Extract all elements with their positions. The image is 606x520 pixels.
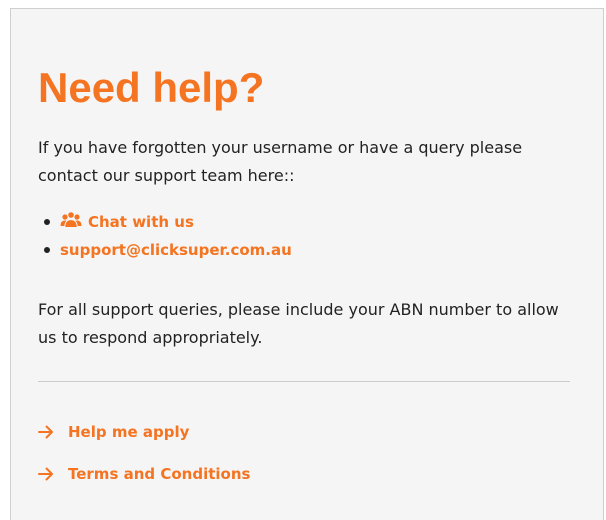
help-me-apply-label: Help me apply — [68, 423, 190, 441]
help-me-apply-link[interactable]: Help me apply — [38, 420, 189, 444]
people-group-icon — [60, 209, 82, 237]
divider — [38, 381, 570, 382]
list-item: Chat with us — [38, 208, 292, 236]
support-email-link[interactable]: support@clicksuper.com.au — [60, 241, 292, 259]
arrow-right-icon — [38, 422, 54, 446]
arrow-right-icon — [38, 464, 54, 488]
bullet — [44, 247, 50, 253]
list-item: support@clicksuper.com.au — [38, 236, 292, 264]
contact-list: Chat with us support@clicksuper.com.au — [38, 208, 292, 264]
intro-text: If you have forgotten your username or h… — [38, 138, 523, 185]
bullet — [44, 219, 50, 225]
terms-and-conditions-label: Terms and Conditions — [68, 465, 251, 483]
support-note-text: For all support queries, please include … — [38, 300, 559, 347]
chat-with-us-label: Chat with us — [88, 213, 194, 231]
terms-and-conditions-link[interactable]: Terms and Conditions — [38, 462, 250, 486]
chat-with-us-link[interactable]: Chat with us — [60, 211, 194, 231]
page-title: Need help? — [38, 64, 265, 111]
